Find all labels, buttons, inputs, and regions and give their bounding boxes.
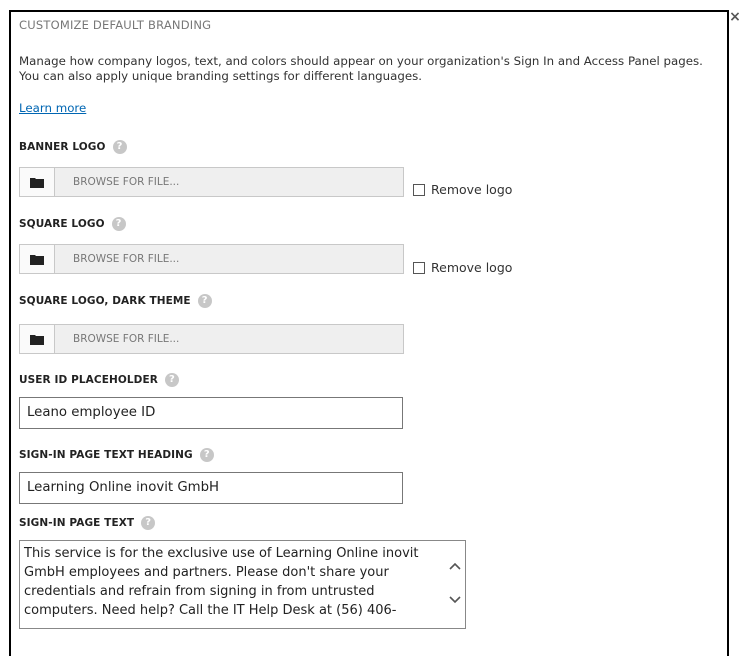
square-logo-dark-label: SQUARE LOGO, DARK THEME ?: [19, 294, 212, 308]
square-logo-browse-button[interactable]: BROWSE FOR FILE...: [19, 244, 404, 274]
signin-text-content[interactable]: This service is for the exclusive use of…: [24, 544, 442, 620]
square-logo-label: SQUARE LOGO ?: [19, 217, 126, 231]
browse-text: BROWSE FOR FILE...: [73, 176, 180, 188]
folder-icon: [20, 325, 55, 353]
close-icon[interactable]: ×: [728, 10, 739, 24]
remove-logo-label: Remove logo: [431, 182, 513, 197]
help-icon[interactable]: ?: [111, 217, 126, 231]
browse-text: BROWSE FOR FILE...: [73, 333, 180, 345]
square-logo-dark-label-text: SQUARE LOGO, DARK THEME: [19, 295, 191, 307]
dialog-title: CUSTOMIZE DEFAULT BRANDING: [19, 18, 212, 32]
help-icon[interactable]: ?: [199, 448, 214, 462]
square-logo-dark-browse-button[interactable]: BROWSE FOR FILE...: [19, 324, 404, 354]
signin-heading-input[interactable]: Learning Online inovit GmbH: [19, 472, 403, 504]
learn-more-link[interactable]: Learn more: [19, 101, 86, 115]
textarea-scrollbar[interactable]: [445, 541, 465, 628]
help-icon[interactable]: ?: [112, 140, 127, 154]
signin-text-label: SIGN-IN PAGE TEXT ?: [19, 516, 156, 530]
banner-logo-label: BANNER LOGO ?: [19, 140, 127, 154]
browse-text: BROWSE FOR FILE...: [73, 253, 180, 265]
signin-heading-label-text: SIGN-IN PAGE TEXT HEADING: [19, 449, 193, 461]
help-icon[interactable]: ?: [197, 294, 212, 308]
signin-text-label-text: SIGN-IN PAGE TEXT: [19, 517, 135, 529]
help-icon[interactable]: ?: [141, 516, 156, 530]
banner-logo-browse-button[interactable]: BROWSE FOR FILE...: [19, 167, 404, 197]
remove-logo-label: Remove logo: [431, 260, 513, 275]
chevron-up-icon[interactable]: [448, 559, 462, 573]
signin-heading-label: SIGN-IN PAGE TEXT HEADING ?: [19, 448, 214, 462]
folder-icon: [20, 245, 55, 273]
dialog-description: Manage how company logos, text, and colo…: [19, 54, 703, 83]
user-id-placeholder-label: USER ID PLACEHOLDER ?: [19, 373, 179, 387]
banner-logo-remove-checkbox[interactable]: Remove logo: [413, 182, 512, 197]
chevron-down-icon[interactable]: [448, 591, 462, 605]
help-icon[interactable]: ?: [164, 373, 179, 387]
user-id-placeholder-input[interactable]: Leano employee ID: [19, 397, 403, 429]
square-logo-label-text: SQUARE LOGO: [19, 218, 105, 230]
user-id-placeholder-label-text: USER ID PLACEHOLDER: [19, 374, 158, 386]
signin-text-textarea[interactable]: This service is for the exclusive use of…: [19, 540, 466, 629]
checkbox-box[interactable]: [413, 261, 425, 274]
square-logo-remove-checkbox[interactable]: Remove logo: [413, 260, 512, 275]
checkbox-box[interactable]: [413, 183, 425, 196]
folder-icon: [20, 168, 55, 196]
banner-logo-label-text: BANNER LOGO: [19, 141, 106, 153]
